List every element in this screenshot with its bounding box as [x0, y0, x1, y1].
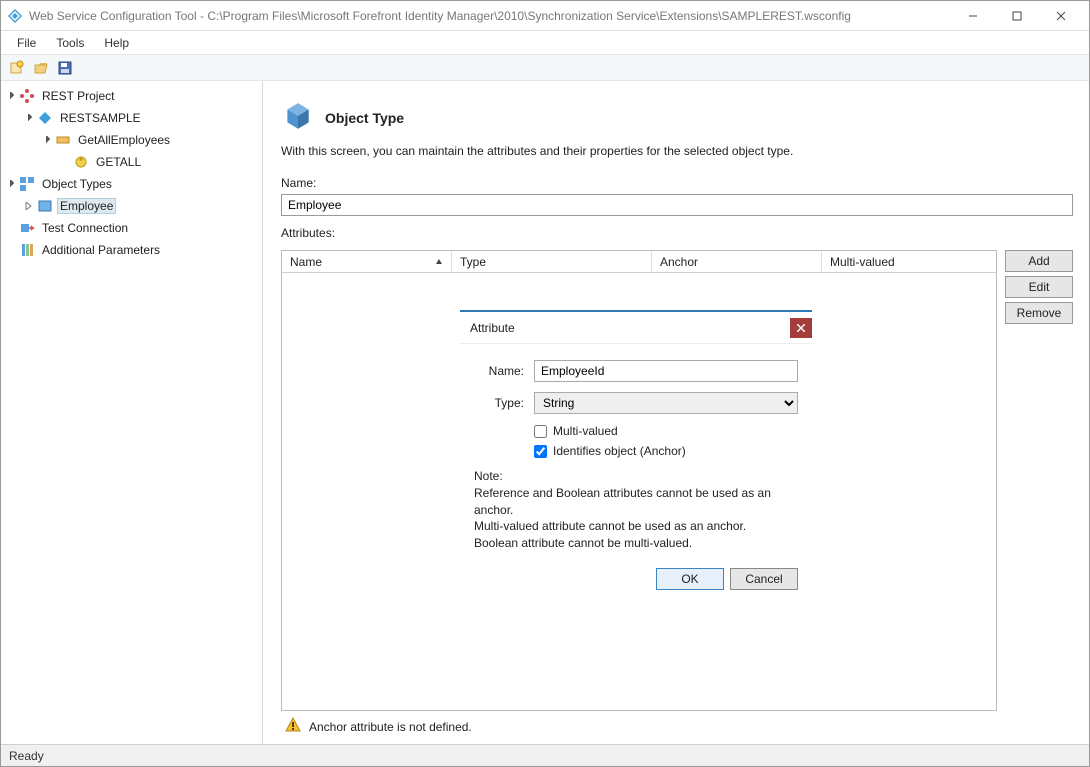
column-label: Multi-valued — [830, 255, 895, 269]
anchor-label: Identifies object (Anchor) — [553, 444, 686, 458]
cancel-button[interactable]: Cancel — [730, 568, 798, 590]
object-type-icon — [37, 198, 53, 214]
tree-employee[interactable]: Employee — [19, 195, 262, 217]
toolbar — [1, 55, 1089, 81]
chevron-down-icon[interactable] — [23, 112, 35, 124]
column-anchor[interactable]: Anchor — [652, 251, 822, 272]
menu-bar: File Tools Help — [1, 31, 1089, 55]
menu-tools[interactable]: Tools — [46, 34, 94, 52]
save-icon[interactable] — [55, 58, 75, 78]
test-connection-icon — [19, 220, 35, 236]
chevron-right-icon[interactable] — [23, 200, 35, 212]
attr-type-select[interactable]: String — [534, 392, 798, 414]
attr-name-label: Name: — [474, 364, 524, 378]
edit-button[interactable]: Edit — [1005, 276, 1073, 298]
status-bar: Ready — [1, 744, 1089, 766]
tree-getallemployees[interactable]: GetAllEmployees — [37, 129, 262, 151]
tree-label: Object Types — [39, 176, 115, 192]
app-logo-icon — [7, 8, 23, 24]
name-label: Name: — [281, 176, 1073, 190]
warning-row: Anchor attribute is not defined. — [281, 711, 1073, 738]
attr-name-input[interactable] — [534, 360, 798, 382]
chevron-down-icon[interactable] — [41, 134, 53, 146]
warning-icon — [285, 717, 301, 736]
add-button[interactable]: Add — [1005, 250, 1073, 272]
spacer — [59, 156, 71, 168]
tree-label: Test Connection — [39, 220, 131, 236]
window-title: Web Service Configuration Tool - C:\Prog… — [29, 9, 951, 23]
tree-label: REST Project — [39, 88, 117, 104]
method-icon — [73, 154, 89, 170]
tree-label: Additional Parameters — [39, 242, 163, 258]
ok-button[interactable]: OK — [656, 568, 724, 590]
tree-test-connection[interactable]: Test Connection — [1, 217, 262, 239]
spacer — [5, 244, 17, 256]
title-bar: Web Service Configuration Tool - C:\Prog… — [1, 1, 1089, 31]
status-text: Ready — [9, 749, 44, 763]
tree-label: GetAllEmployees — [75, 132, 173, 148]
tree-rest-project[interactable]: REST Project — [1, 85, 262, 107]
column-multivalued[interactable]: Multi-valued — [822, 251, 996, 272]
resource-icon — [55, 132, 71, 148]
navigation-tree: REST Project RESTSAMPLE — [1, 81, 263, 744]
maximize-button[interactable] — [995, 2, 1039, 30]
minimize-button[interactable] — [951, 2, 995, 30]
column-label: Name — [290, 255, 322, 269]
attribute-dialog: Attribute Name: Type: String Multi-value… — [460, 310, 812, 600]
multivalued-checkbox[interactable] — [534, 425, 547, 438]
panel-description: With this screen, you can maintain the a… — [281, 144, 1073, 158]
object-types-icon — [19, 176, 35, 192]
attr-type-label: Type: — [474, 396, 524, 410]
new-project-icon[interactable] — [7, 58, 27, 78]
grid-header: Name Type Anchor Multi-valued — [282, 251, 996, 273]
note-line: Reference and Boolean attributes cannot … — [474, 485, 798, 519]
object-type-header-icon — [281, 99, 315, 136]
menu-file[interactable]: File — [7, 34, 46, 52]
multivalued-label: Multi-valued — [553, 424, 618, 438]
note-title: Note: — [474, 468, 798, 485]
column-name[interactable]: Name — [282, 251, 452, 272]
close-button[interactable] — [1039, 2, 1083, 30]
service-icon — [37, 110, 53, 126]
dialog-close-button[interactable] — [790, 318, 812, 338]
remove-button[interactable]: Remove — [1005, 302, 1073, 324]
tree-object-types[interactable]: Object Types — [1, 173, 262, 195]
rest-project-icon — [19, 88, 35, 104]
warning-text: Anchor attribute is not defined. — [309, 720, 472, 734]
column-type[interactable]: Type — [452, 251, 652, 272]
tree-label: Employee — [57, 198, 116, 214]
tree-restsample[interactable]: RESTSAMPLE — [19, 107, 262, 129]
tree-label: GETALL — [93, 154, 144, 170]
dialog-title: Attribute — [470, 321, 515, 335]
tree-label: RESTSAMPLE — [57, 110, 144, 126]
note-line: Multi-valued attribute cannot be used as… — [474, 518, 798, 535]
open-icon[interactable] — [31, 58, 51, 78]
object-name-input[interactable] — [281, 194, 1073, 216]
spacer — [5, 222, 17, 234]
tree-additional-params[interactable]: Additional Parameters — [1, 239, 262, 261]
note-line: Boolean attribute cannot be multi-valued… — [474, 535, 798, 552]
menu-help[interactable]: Help — [94, 34, 139, 52]
panel-title: Object Type — [325, 110, 404, 126]
column-label: Anchor — [660, 255, 698, 269]
tree-getall[interactable]: GETALL — [55, 151, 262, 173]
chevron-down-icon[interactable] — [5, 178, 17, 190]
attributes-label: Attributes: — [281, 226, 1073, 240]
anchor-checkbox[interactable] — [534, 445, 547, 458]
sort-asc-icon — [435, 255, 443, 269]
parameters-icon — [19, 242, 35, 258]
column-label: Type — [460, 255, 486, 269]
chevron-down-icon[interactable] — [5, 90, 17, 102]
